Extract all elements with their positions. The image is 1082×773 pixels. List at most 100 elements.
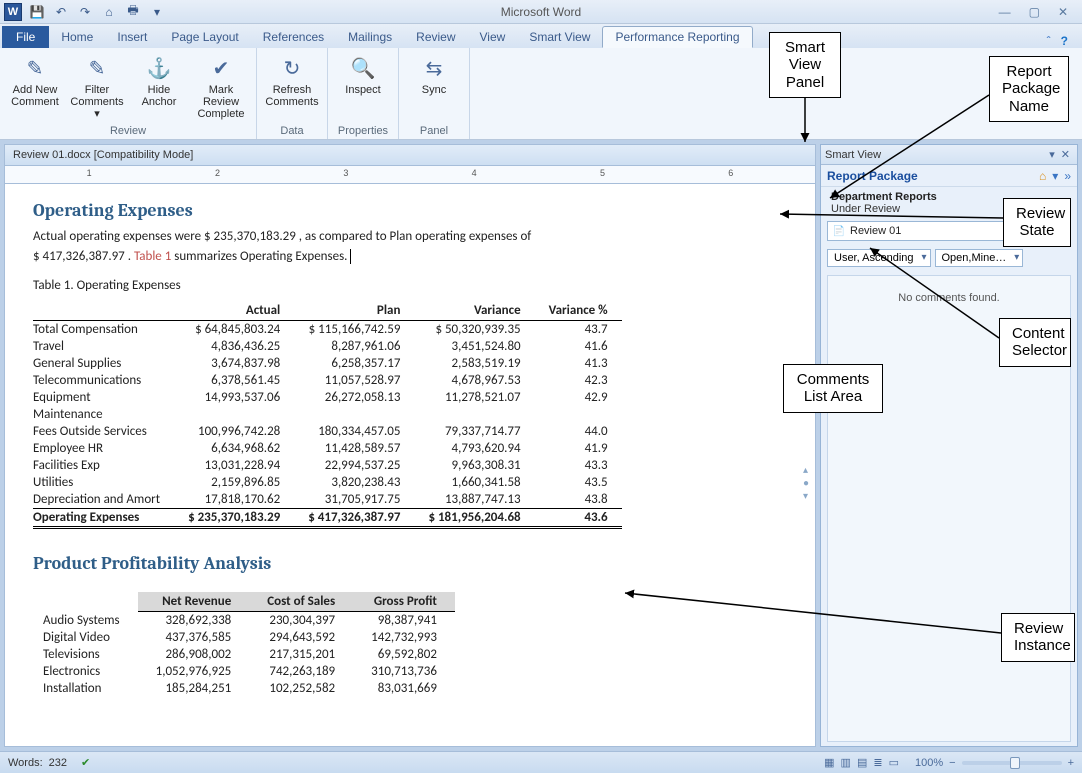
table-caption: Table 1. Operating Expenses (33, 278, 787, 293)
view-print-layout-icon[interactable]: ▦ (824, 756, 834, 769)
view-outline-icon[interactable]: ≣ (873, 756, 882, 769)
home-qat-icon[interactable]: ⌂ (100, 3, 118, 21)
table-total-row: Operating Expenses$ 235,370,183.29$ 417,… (33, 509, 622, 528)
print-icon[interactable]: 🖶 (124, 3, 142, 21)
zoom-slider[interactable] (962, 761, 1062, 765)
table-row: Utilities2,159,896.853,820,238.431,660,3… (33, 474, 622, 491)
ribbon-group-data: ↻RefreshCommentsData (257, 48, 328, 139)
document-subtitle-bar: Review 01.docx [Compatibility Mode] (4, 144, 816, 166)
title-bar: W 💾 ↶ ↷ ⌂ 🖶 ▾ Microsoft Word — ▢ ✕ (0, 0, 1082, 24)
ribbon-group-label: Panel (405, 123, 463, 137)
product-profitability-table: Net RevenueCost of SalesGross ProfitAudi… (33, 592, 455, 697)
view-full-screen-icon[interactable]: ▥ (841, 756, 851, 769)
quick-access-toolbar: W 💾 ↶ ↷ ⌂ 🖶 ▾ (0, 3, 166, 21)
save-icon[interactable]: 💾 (28, 3, 46, 21)
minimize-icon[interactable]: — (999, 5, 1011, 19)
panel-menu-icon[interactable]: ▾ (1046, 148, 1058, 161)
table-header: Cost of Sales (249, 592, 353, 612)
tab-view[interactable]: View (468, 26, 518, 48)
ribbon-group-properties: 🔍InspectProperties (328, 48, 399, 139)
status-bar: Words: 232 ✔ ▦ ▥ ▤ ≣ ▭ 100% − + (0, 751, 1082, 773)
table-row: Facilities Exp13,031,228.9422,994,537.25… (33, 457, 622, 474)
callout-content-selector: Content Selector (999, 318, 1071, 367)
callout-report-package-name: Report Package Name (989, 56, 1069, 122)
nav-dropdown-icon[interactable]: ▾ (1052, 169, 1058, 183)
maximize-icon[interactable]: ▢ (1029, 5, 1040, 19)
nav-forward-icon[interactable]: » (1064, 169, 1071, 183)
table-row: Employee HR6,634,968.6211,428,589.574,79… (33, 440, 622, 457)
panel-close-icon[interactable]: ✕ (1058, 148, 1073, 161)
add-new-comment-button[interactable]: ✎Add NewComment (6, 52, 64, 108)
smart-view-panel-header: Smart View ▾ ✕ (821, 145, 1077, 165)
table-header: Variance (414, 301, 534, 321)
words-count: 232 (49, 757, 67, 769)
refresh-comments-button[interactable]: ↻RefreshComments (263, 52, 321, 108)
qat-dropdown-icon[interactable]: ▾ (148, 3, 166, 21)
table-header: Net Revenue (138, 592, 250, 612)
table-row: Fees Outside Services100,996,742.28180,3… (33, 423, 622, 440)
tab-file[interactable]: File (2, 26, 49, 48)
tab-page-layout[interactable]: Page Layout (159, 26, 250, 48)
sync-button[interactable]: ⇆Sync (405, 52, 463, 96)
tab-mailings[interactable]: Mailings (336, 26, 404, 48)
document-area: Review 01.docx [Compatibility Mode] 1234… (0, 140, 820, 751)
inspect-icon: 🔍 (347, 54, 379, 82)
smart-view-toolbar: Report Package ⌂ ▾ » (821, 165, 1077, 187)
mark-review-complete-button[interactable]: ✔Mark ReviewComplete (192, 52, 250, 120)
table-header: Gross Profit (353, 592, 455, 612)
close-icon[interactable]: ✕ (1058, 5, 1068, 19)
table-row: Equipment14,993,537.0626,272,058.1311,27… (33, 389, 622, 406)
table-header: Actual (174, 301, 294, 321)
undo-icon[interactable]: ↶ (52, 3, 70, 21)
add-new-comment-icon: ✎ (19, 54, 51, 82)
inspect-button[interactable]: 🔍Inspect (334, 52, 392, 96)
table-row: Travel4,836,436.258,287,961.063,451,524.… (33, 338, 622, 355)
table-header (33, 301, 174, 321)
tab-smart-view[interactable]: Smart View (517, 26, 602, 48)
review-instance-icon: 📄 (832, 224, 846, 238)
ribbon-minimize-icon[interactable]: ˆ (1047, 34, 1051, 48)
tab-references[interactable]: References (251, 26, 336, 48)
document-page[interactable]: Operating Expenses Actual operating expe… (4, 184, 816, 747)
ribbon-group-review: ✎Add NewComment✎FilterComments ▾⚓HideAnc… (0, 48, 257, 139)
redo-icon[interactable]: ↷ (76, 3, 94, 21)
tab-review[interactable]: Review (404, 26, 467, 48)
report-package-label: Report Package (827, 169, 918, 183)
operating-expenses-table: ActualPlanVarianceVariance %Total Compen… (33, 301, 622, 529)
spellcheck-icon[interactable]: ✔ (81, 756, 90, 769)
callout-comments-list-area: Comments List Area (783, 364, 883, 413)
mark-review-complete-icon: ✔ (205, 54, 237, 82)
window-controls: — ▢ ✕ (999, 5, 1082, 19)
hide-anchor-button[interactable]: ⚓HideAnchor (130, 52, 188, 108)
table-row: Depreciation and Amort17,818,170.6231,70… (33, 491, 622, 509)
table-row: Telecommunications6,378,561.4511,057,528… (33, 372, 622, 389)
heading-product-profitability: Product Profitability Analysis (33, 553, 787, 574)
tab-home[interactable]: Home (49, 26, 105, 48)
sort-filter[interactable]: User, Ascending (827, 249, 931, 267)
table-reference: Table 1 (134, 249, 171, 264)
table-row: Installation185,284,251102,252,58283,031… (33, 680, 455, 697)
view-draft-icon[interactable]: ▭ (889, 756, 899, 769)
status-filter[interactable]: Open,Mine… (935, 249, 1024, 267)
ruler[interactable]: 123456 (4, 166, 816, 184)
zoom-out-icon[interactable]: − (949, 757, 955, 769)
table-row: Electronics1,052,976,925742,263,189310,7… (33, 663, 455, 680)
view-web-icon[interactable]: ▤ (857, 756, 867, 769)
help-icon[interactable]: ? (1061, 34, 1068, 48)
workspace: Review 01.docx [Compatibility Mode] 1234… (0, 140, 1082, 751)
callout-smart-view-panel: Smart View Panel (769, 32, 841, 98)
filter-comments-button[interactable]: ✎FilterComments ▾ (68, 52, 126, 120)
scroll-indicators[interactable]: ▴●▾ (803, 465, 813, 502)
no-comments-text: No comments found. (898, 292, 1000, 304)
home-icon[interactable]: ⌂ (1039, 169, 1046, 183)
ribbon-group-label: Review (6, 123, 250, 137)
ribbon: ✎Add NewComment✎FilterComments ▾⚓HideAnc… (0, 48, 1082, 140)
table-row: Total Compensation$ 64,845,803.24$ 115,1… (33, 321, 622, 339)
table-header: Plan (294, 301, 414, 321)
tab-insert[interactable]: Insert (105, 26, 159, 48)
table-row: Digital Video437,376,585294,643,592142,7… (33, 629, 455, 646)
tab-performance-reporting[interactable]: Performance Reporting (602, 26, 752, 48)
zoom-in-icon[interactable]: + (1068, 757, 1074, 769)
filter-comments-icon: ✎ (81, 54, 113, 82)
heading-operating-expenses: Operating Expenses (33, 200, 787, 221)
